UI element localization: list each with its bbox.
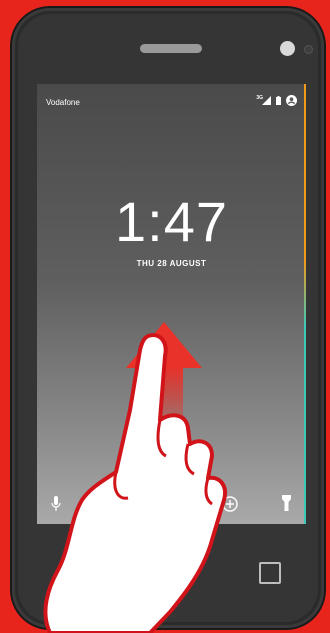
hand-swipe-icon: [43, 333, 227, 633]
